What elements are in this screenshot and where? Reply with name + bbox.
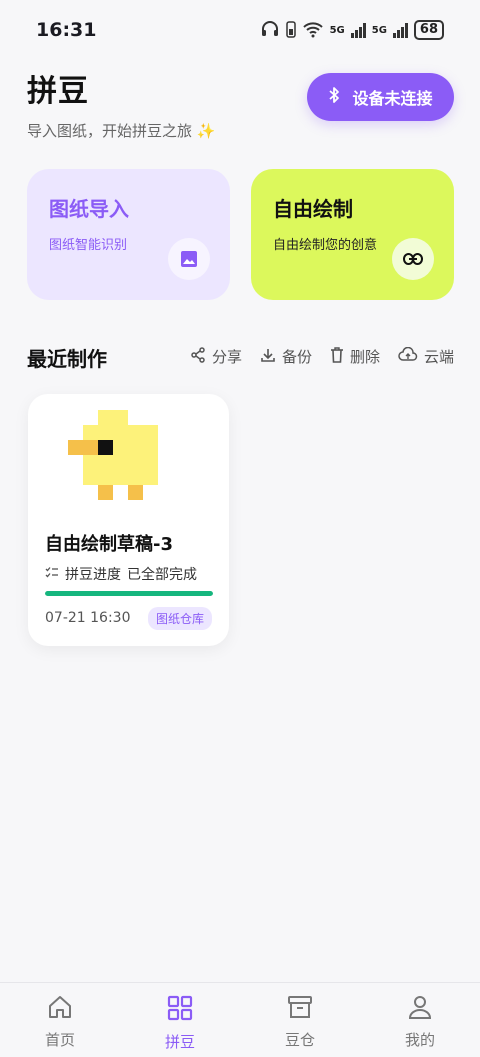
headphones-icon	[260, 20, 280, 41]
delete-label: 删除	[349, 348, 380, 366]
import-pattern-card[interactable]: 图纸导入 图纸智能识别	[27, 169, 230, 300]
bluetooth-connect-button[interactable]: 设备未连接	[307, 73, 454, 121]
recent-section-title: 最近制作	[27, 347, 107, 371]
work-title: 自由绘制草稿-3	[45, 534, 173, 555]
backup-button[interactable]: 备份	[260, 346, 312, 367]
archive-icon	[287, 995, 313, 1023]
share-icon	[190, 346, 206, 367]
phone-battery-icon	[285, 20, 296, 41]
nav-beads-label: 拼豆	[164, 1033, 195, 1051]
backup-label: 备份	[281, 348, 312, 366]
cloud-button[interactable]: 云端	[398, 346, 454, 367]
battery-indicator: 68	[413, 20, 444, 40]
page-subtitle: 导入图纸，开始拼豆之旅 ✨	[27, 122, 216, 140]
progress-bar	[45, 591, 213, 596]
draw-card-title: 自由绘制	[273, 197, 353, 221]
wifi-icon	[302, 20, 324, 41]
status-time: 16:31	[36, 19, 97, 41]
page-header: 拼豆 导入图纸，开始拼豆之旅 ✨	[27, 66, 215, 141]
trash-icon	[330, 346, 344, 367]
nav-home[interactable]: 首页	[0, 983, 120, 1057]
nav-home-label: 首页	[44, 1031, 75, 1049]
network-type-1: 5G	[329, 24, 345, 36]
recent-actions: 分享 备份 删除 云端	[190, 346, 454, 367]
grid-icon	[167, 995, 193, 1025]
progress-status: 已全部完成	[127, 567, 197, 583]
progress-label: 拼豆进度	[65, 567, 121, 583]
network-type-2: 5G	[371, 24, 387, 36]
signal-icon	[350, 22, 366, 38]
free-draw-card[interactable]: 自由绘制 自由绘制您的创意	[251, 169, 454, 300]
delete-button[interactable]: 删除	[330, 346, 380, 367]
signal-icon-2	[392, 22, 408, 38]
work-progress-text: 拼豆进度 已全部完成	[45, 564, 197, 584]
cloud-label: 云端	[423, 348, 454, 366]
bluetooth-icon	[328, 86, 340, 108]
bluetooth-status-label: 设备未连接	[352, 89, 433, 108]
work-card[interactable]: 自由绘制草稿-3 拼豆进度 已全部完成 07-21 16:30 图纸仓库	[28, 394, 229, 646]
bottom-nav: 首页 拼豆 豆仓 我的	[0, 982, 480, 1057]
checklist-icon	[45, 566, 59, 582]
work-timestamp: 07-21 16:30	[45, 610, 131, 626]
share-button[interactable]: 分享	[190, 346, 242, 367]
share-label: 分享	[211, 348, 242, 366]
status-icons: 5G 5G 68	[260, 20, 444, 41]
link-icon	[392, 238, 434, 280]
download-icon	[260, 347, 276, 367]
nav-warehouse[interactable]: 豆仓	[240, 983, 360, 1057]
nav-profile[interactable]: 我的	[360, 983, 480, 1057]
cloud-upload-icon	[398, 346, 418, 367]
nav-beads[interactable]: 拼豆	[120, 983, 240, 1057]
nav-warehouse-label: 豆仓	[284, 1031, 315, 1049]
status-bar: 16:31 5G 5G 68	[0, 0, 480, 60]
progress-fill	[45, 591, 213, 596]
page-title: 拼豆	[27, 74, 89, 109]
import-card-title: 图纸导入	[49, 197, 129, 221]
work-source-tag: 图纸仓库	[148, 607, 213, 630]
duck-pixel-thumbnail	[68, 410, 158, 504]
home-icon	[47, 995, 73, 1023]
user-icon	[408, 995, 432, 1023]
nav-profile-label: 我的	[404, 1031, 435, 1049]
image-icon	[168, 238, 210, 280]
